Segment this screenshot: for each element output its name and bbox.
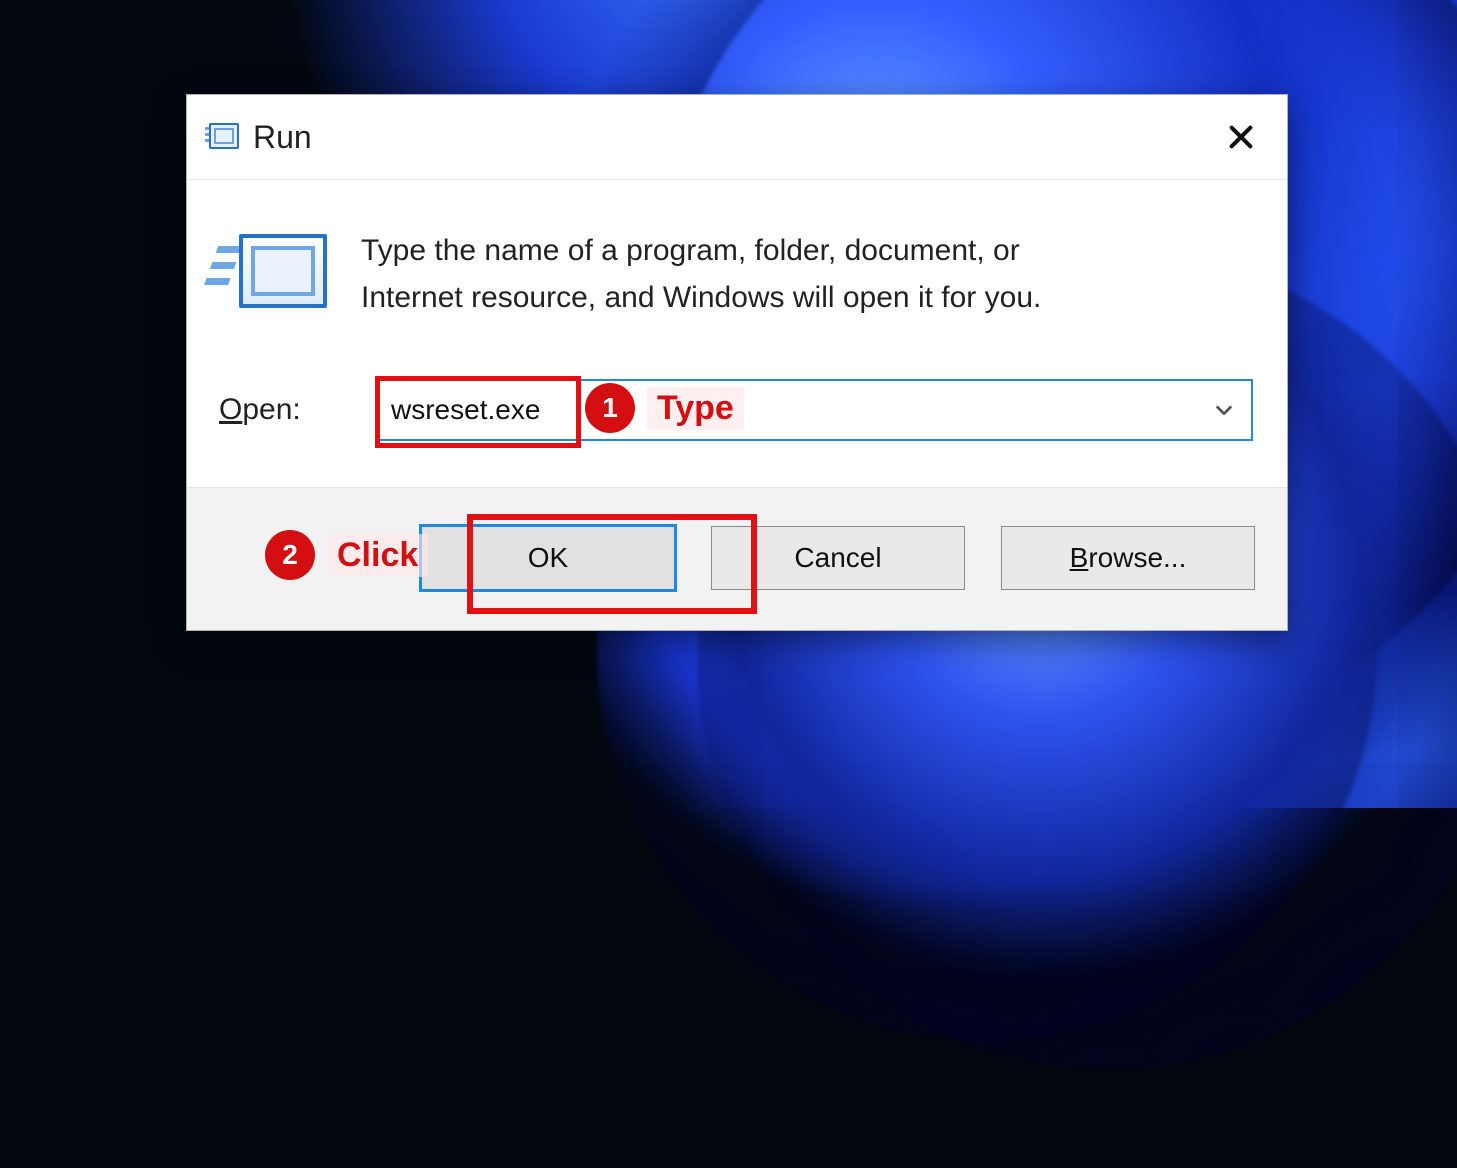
- run-icon-large: [217, 228, 327, 318]
- close-button[interactable]: [1217, 113, 1265, 161]
- annotation-step-2: 2 Click: [267, 532, 428, 578]
- close-icon: [1227, 123, 1255, 151]
- cancel-button[interactable]: Cancel: [711, 526, 965, 590]
- run-icon: [205, 123, 239, 151]
- annotation-badge-2: 2: [267, 532, 313, 578]
- combobox-dropdown-button[interactable]: [1211, 397, 1237, 423]
- dialog-description: Type the name of a program, folder, docu…: [361, 228, 1121, 321]
- run-dialog: Run Type the name of a program, folder, …: [186, 94, 1288, 631]
- open-input[interactable]: [379, 388, 601, 432]
- chevron-down-icon: [1213, 399, 1235, 421]
- open-label: Open:: [211, 393, 329, 427]
- annotation-label-click: Click: [327, 534, 428, 577]
- annotation-label-type: Type: [647, 387, 744, 430]
- titlebar[interactable]: Run: [187, 95, 1287, 180]
- annotation-step-1: 1 Type: [587, 385, 744, 431]
- browse-button[interactable]: Browse...: [1001, 526, 1255, 590]
- ok-button[interactable]: OK: [421, 526, 675, 590]
- dialog-footer: 2 Click OK Cancel Browse...: [187, 487, 1287, 630]
- window-title: Run: [253, 119, 312, 156]
- open-combobox[interactable]: 1 Type: [377, 379, 1253, 441]
